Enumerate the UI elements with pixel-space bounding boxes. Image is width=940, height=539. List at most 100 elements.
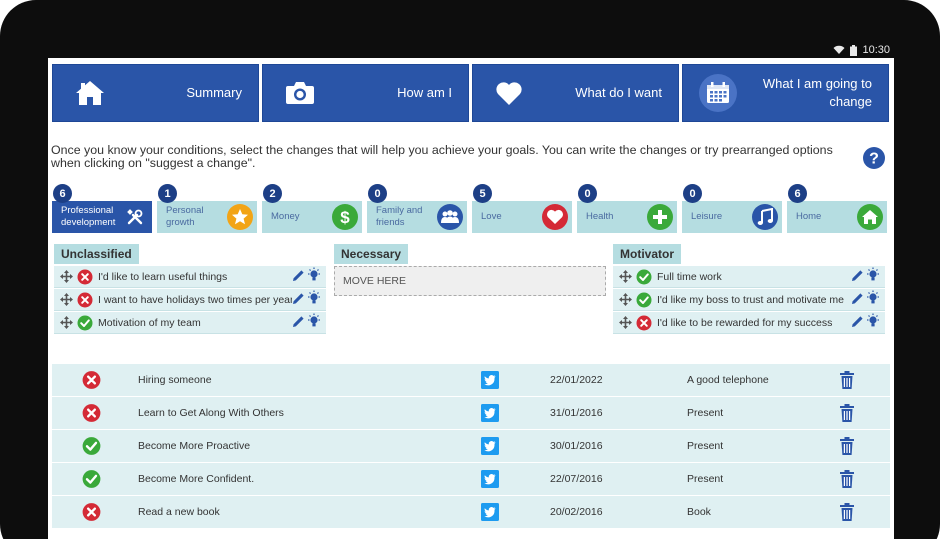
- lightbulb-icon[interactable]: [306, 290, 322, 309]
- star-icon: [227, 204, 253, 230]
- trash-icon[interactable]: [840, 437, 854, 455]
- category-label: Love: [481, 211, 502, 222]
- cross-icon[interactable]: [82, 503, 101, 522]
- change-note: Present: [687, 473, 724, 485]
- move-handle-icon[interactable]: [60, 270, 73, 283]
- drop-zone[interactable]: MOVE HERE: [334, 266, 606, 296]
- category-tab[interactable]: 6 Professional development: [52, 184, 152, 233]
- change-name: Become More Confident.: [138, 473, 255, 485]
- change-note: Present: [687, 407, 724, 419]
- pencil-icon[interactable]: [292, 269, 305, 285]
- battery-icon: [850, 44, 858, 56]
- list-item[interactable]: I'd like to be rewarded for my success: [613, 312, 885, 334]
- changes-table: Hiring someone 22/01/2022 A good telephone…: [52, 364, 890, 529]
- nav-what-i-change-button[interactable]: What I am going to change: [682, 64, 889, 122]
- home-icon: [857, 204, 883, 230]
- list-item[interactable]: I'd like to learn useful things: [54, 266, 326, 288]
- move-handle-icon[interactable]: [60, 316, 73, 329]
- svg-text:?: ?: [869, 151, 879, 168]
- change-date: 22/07/2016: [550, 473, 603, 485]
- column-title: Unclassified: [54, 244, 139, 264]
- list-item-text: I'd like to learn useful things: [98, 270, 228, 283]
- nav-how-am-i-button[interactable]: How am I: [262, 64, 469, 122]
- twitter-icon[interactable]: [481, 371, 499, 389]
- check-icon: [77, 315, 93, 331]
- list-item[interactable]: Motivation of my team: [54, 312, 326, 334]
- move-handle-icon[interactable]: [619, 270, 632, 283]
- check-icon[interactable]: [82, 437, 101, 456]
- pencil-icon[interactable]: [292, 292, 305, 308]
- column-title: Motivator: [613, 244, 681, 264]
- category-body: Personal growth: [157, 201, 257, 233]
- move-handle-icon[interactable]: [619, 293, 632, 306]
- category-count-badge: 0: [683, 184, 702, 203]
- trash-icon[interactable]: [840, 503, 854, 521]
- trash-icon[interactable]: [840, 470, 854, 488]
- list-item[interactable]: Full time work: [613, 266, 885, 288]
- change-note: A good telephone: [687, 374, 769, 386]
- change-name: Read a new book: [138, 506, 220, 518]
- change-note: Book: [687, 506, 711, 518]
- list-item[interactable]: I'd like my boss to trust and motivate m…: [613, 289, 885, 311]
- list-item[interactable]: I want to have holidays two times per ye…: [54, 289, 326, 311]
- list-item-text: Motivation of my team: [98, 316, 201, 329]
- item-tools: [292, 313, 322, 332]
- motivator-column: Motivator Full time work I'd like my boss…: [613, 244, 885, 335]
- pencil-icon[interactable]: [851, 269, 864, 285]
- change-name: Learn to Get Along With Others: [138, 407, 284, 419]
- twitter-icon[interactable]: [481, 404, 499, 422]
- lightbulb-icon[interactable]: [306, 267, 322, 286]
- category-tab[interactable]: 1 Personal growth: [157, 184, 257, 233]
- category-tab[interactable]: 0 Family and friends: [367, 184, 467, 233]
- change-note: Present: [687, 440, 724, 452]
- twitter-icon[interactable]: [481, 437, 499, 455]
- cross-icon[interactable]: [82, 371, 101, 390]
- table-row: Read a new book 20/02/2016 Book: [52, 496, 890, 529]
- category-tab[interactable]: 5 Love: [472, 184, 572, 233]
- category-body: Money $: [262, 201, 362, 233]
- check-icon[interactable]: [82, 470, 101, 489]
- cross-icon[interactable]: [82, 404, 101, 423]
- move-handle-icon[interactable]: [60, 293, 73, 306]
- nav-summary-button[interactable]: Summary: [52, 64, 259, 122]
- category-tab[interactable]: 0 Health: [577, 184, 677, 233]
- table-row: Learn to Get Along With Others 31/01/2016…: [52, 397, 890, 430]
- table-row: Become More Proactive 30/01/2016 Present: [52, 430, 890, 463]
- lightbulb-icon[interactable]: [865, 290, 881, 309]
- category-label: Home: [796, 211, 822, 222]
- column-title: Necessary: [334, 244, 409, 264]
- change-date: 22/01/2022: [550, 374, 603, 386]
- category-label: Money: [271, 211, 300, 222]
- move-handle-icon[interactable]: [619, 316, 632, 329]
- table-row: Hiring someone 22/01/2022 A good telephone: [52, 364, 890, 397]
- twitter-icon[interactable]: [481, 503, 499, 521]
- category-tab[interactable]: 0 Leisure: [682, 184, 782, 233]
- check-icon: [636, 292, 652, 308]
- lightbulb-icon[interactable]: [306, 313, 322, 332]
- help-icon[interactable]: ?: [862, 146, 886, 175]
- pencil-icon[interactable]: [292, 315, 305, 331]
- category-count-badge: 1: [158, 184, 177, 203]
- lightbulb-icon[interactable]: [865, 313, 881, 332]
- pencil-icon[interactable]: [851, 292, 864, 308]
- list-item-text: Full time work: [657, 270, 722, 283]
- category-count-badge: 0: [368, 184, 387, 203]
- change-date: 31/01/2016: [550, 407, 603, 419]
- check-icon: [636, 269, 652, 285]
- category-tabs: 6 Professional development 1 Personal growt…: [52, 184, 887, 233]
- twitter-icon[interactable]: [481, 470, 499, 488]
- lightbulb-icon[interactable]: [865, 267, 881, 286]
- change-date: 20/02/2016: [550, 506, 603, 518]
- nav-what-do-i-want-button[interactable]: What do I want: [472, 64, 679, 122]
- trash-icon[interactable]: [840, 404, 854, 422]
- unclassified-column: Unclassified I'd like to learn useful th…: [54, 244, 326, 335]
- pencil-icon[interactable]: [851, 315, 864, 331]
- item-tools: [851, 267, 881, 286]
- trash-icon[interactable]: [840, 371, 854, 389]
- nav-label: How am I: [397, 85, 452, 100]
- status-bar: 10:30: [833, 43, 890, 57]
- category-count-badge: 0: [578, 184, 597, 203]
- category-tab[interactable]: 2 Money $: [262, 184, 362, 233]
- category-tab[interactable]: 6 Home: [787, 184, 887, 233]
- category-body: Leisure: [682, 201, 782, 233]
